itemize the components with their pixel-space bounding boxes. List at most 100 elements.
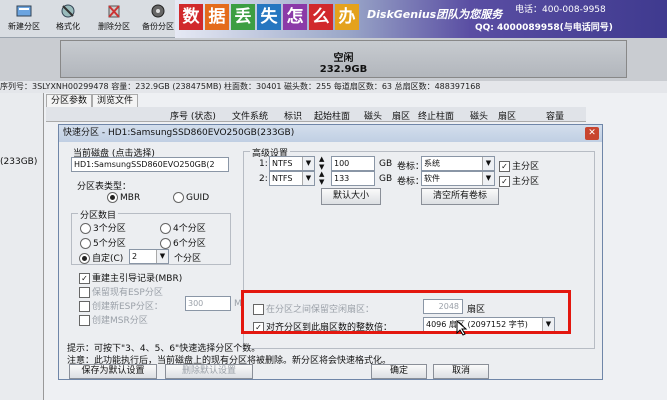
ok-button[interactable]: 确定 (371, 364, 427, 379)
dialog-title: 快速分区 - HD1:SamsungSSD860EVO250GB(233GB) (63, 128, 295, 138)
column-header: 序号 (状态) (170, 112, 216, 122)
delete-partition-button[interactable]: 删除分区 (92, 3, 136, 36)
chevron-down-icon: ▼ (482, 172, 494, 185)
radio-unchecked-icon (160, 223, 171, 234)
banner-qq: QQ: 4000089958(与电话同号) (475, 23, 613, 33)
custom-count-value: 2 (132, 252, 138, 261)
disk-tree-panel[interactable]: (233GB) (0, 93, 44, 400)
chevron-down-icon: ▼ (482, 157, 494, 170)
free-space-block[interactable]: 空闲 232.9GB (60, 40, 627, 78)
primary-partition-checkbox[interactable]: ✓ 主分区 (499, 174, 539, 187)
row-index: 2: (259, 174, 268, 184)
size-input[interactable]: 100 (331, 156, 375, 171)
row-index: 1: (259, 159, 268, 169)
radio-checked-icon (107, 192, 118, 203)
checkbox-unchecked-icon (79, 315, 90, 326)
default-size-button[interactable]: 默认大小 (321, 188, 381, 205)
checkbox-checked-icon: ✓ (499, 176, 510, 187)
radio-label: 4个分区 (173, 224, 206, 234)
chevron-down-icon: ▼ (302, 172, 314, 185)
size-spinner[interactable]: ▲ ▼ (319, 170, 324, 186)
cancel-button[interactable]: 取消 (433, 364, 489, 379)
volume-label-value: 软件 (424, 174, 440, 183)
partition-table-type-label: 分区表类型： (77, 182, 132, 192)
create-esp-checkbox[interactable]: 创建新ESP分区： (79, 299, 163, 312)
delete-default-button[interactable]: 删除默认设置 (165, 364, 253, 379)
filesystem-select[interactable]: NTFS ▼ (269, 171, 315, 186)
custom-partitions-radio[interactable]: 自定(C) (79, 251, 123, 264)
delete-icon (108, 5, 120, 18)
backup-icon (151, 4, 165, 18)
new-partition-icon (16, 5, 32, 17)
clear-volume-labels-button[interactable]: 清空所有卷标 (421, 188, 499, 205)
size-unit: GB (379, 159, 393, 169)
radio-unchecked-icon (160, 238, 171, 249)
volume-label-select[interactable]: 软件 ▼ (421, 171, 495, 186)
column-header: 磁头 (470, 112, 489, 122)
delete-partition-label: 删除分区 (98, 22, 130, 31)
current-disk-field[interactable]: HD1:SamsungSSD860EVO250GB(2 (71, 157, 229, 172)
mouse-cursor-icon (456, 320, 468, 336)
four-partitions-radio[interactable]: 4个分区 (160, 221, 206, 234)
mbr-radio-label: MBR (120, 193, 141, 203)
backup-partition-button[interactable]: 备份分区 (136, 3, 180, 36)
advertisement-banner[interactable]: 数 据 丢 失 怎 么 办 DiskGenius团队为您服务 电话：400-00… (175, 0, 667, 38)
column-header: 文件系统 (232, 112, 269, 122)
banner-tile: 么 (309, 4, 333, 30)
rebuild-mbr-checkbox[interactable]: ✓ 重建主引导记录(MBR) (79, 271, 182, 284)
banner-phone: 电话：400-008-9958 (515, 5, 606, 15)
save-as-default-button[interactable]: 保存为默认设置 (69, 364, 157, 379)
format-label: 格式化 (56, 22, 80, 31)
checkbox-checked-icon: ✓ (79, 273, 90, 284)
free-space-label: 空闲 (333, 53, 354, 64)
column-header: 起始柱面 (314, 112, 351, 122)
volume-label-select[interactable]: 系统 ▼ (421, 156, 495, 171)
create-esp-label: 创建新ESP分区： (92, 302, 163, 312)
volume-label-value: 系统 (424, 159, 440, 168)
filesystem-select[interactable]: NTFS ▼ (269, 156, 315, 171)
tab-browse-files[interactable]: 浏览文件 (92, 94, 139, 108)
five-partitions-radio[interactable]: 5个分区 (80, 236, 126, 249)
create-msr-label: 创建MSR分区 (92, 316, 148, 326)
checkbox-unchecked-icon (79, 301, 90, 312)
volume-label-caption: 卷标： (397, 177, 425, 187)
primary-partition-label: 主分区 (512, 162, 540, 172)
custom-radio-label: 自定(C) (92, 254, 124, 264)
radio-label: 5个分区 (93, 239, 126, 249)
esp-size-input[interactable]: 300 (185, 296, 231, 311)
format-button[interactable]: 格式化 (46, 3, 90, 36)
six-partitions-radio[interactable]: 6个分区 (160, 236, 206, 249)
banner-tile: 丢 (231, 4, 255, 30)
partition-count-label: 分区数目 (78, 208, 119, 221)
radio-unchecked-icon (80, 223, 91, 234)
size-input[interactable]: 133 (331, 171, 375, 186)
checkbox-unchecked-icon (79, 287, 90, 298)
column-header: 终止柱面 (418, 112, 455, 122)
tab-partition-params[interactable]: 分区参数 (46, 94, 93, 108)
new-partition-button[interactable]: 新建分区 (2, 3, 46, 36)
guid-radio[interactable]: GUID (173, 192, 209, 203)
disk-info-line: 序列号：3SLYXNH00299478 容量：232.9GB (238475MB… (0, 81, 667, 93)
banner-tile: 办 (335, 4, 359, 30)
three-partitions-radio[interactable]: 3个分区 (80, 221, 126, 234)
disk-tree-size: (233GB) (0, 157, 38, 167)
create-msr-checkbox[interactable]: 创建MSR分区 (79, 313, 148, 326)
banner-tile: 失 (257, 4, 281, 30)
column-header: 扇区 (498, 112, 517, 122)
volume-label-caption: 卷标： (397, 162, 425, 172)
mbr-radio[interactable]: MBR (107, 192, 140, 203)
column-header: 标识 (284, 112, 303, 122)
primary-partition-checkbox[interactable]: ✓ 主分区 (499, 159, 539, 172)
banner-tile: 怎 (283, 4, 307, 30)
custom-count-unit: 个分区 (174, 254, 202, 264)
close-icon[interactable]: ✕ (585, 127, 599, 140)
custom-count-select[interactable]: 2 ▼ (129, 249, 169, 264)
banner-tile: 据 (205, 4, 229, 30)
radio-label: 3个分区 (93, 224, 126, 234)
radio-label: 6个分区 (173, 239, 206, 249)
size-spinner[interactable]: ▲ ▼ (319, 155, 324, 171)
column-header: 容量 (546, 112, 565, 122)
keep-esp-checkbox[interactable]: 保留现有ESP分区 (79, 285, 163, 298)
banner-tile: 数 (179, 4, 203, 30)
radio-checked-icon (79, 253, 90, 264)
